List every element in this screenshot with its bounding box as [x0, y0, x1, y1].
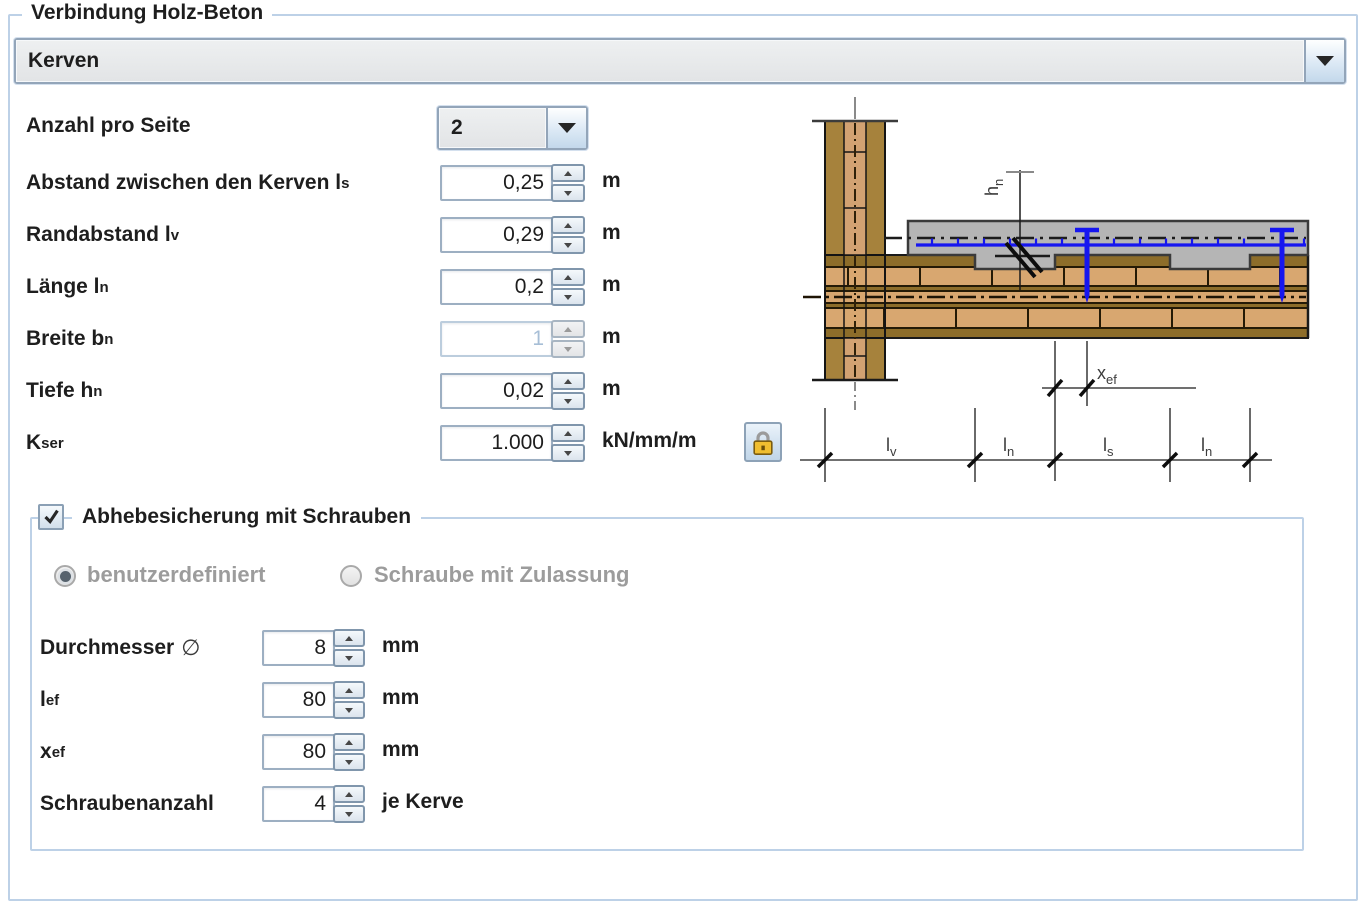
spin-up-button[interactable] — [551, 216, 585, 234]
spin-up-button[interactable] — [333, 629, 365, 647]
spin-down-button[interactable] — [551, 392, 585, 410]
spin-up-button[interactable] — [551, 164, 585, 182]
abstand-kerven-input[interactable] — [440, 165, 553, 201]
label-randabstand: Randabstand lv — [26, 217, 179, 253]
label-anzahl-pro-seite: Anzahl pro Seite — [26, 106, 191, 146]
spin-down-button[interactable] — [333, 805, 365, 823]
connection-type-dropdown-button[interactable] — [1304, 40, 1344, 82]
spin-up-button[interactable] — [333, 785, 365, 803]
spin-down-button[interactable] — [333, 701, 365, 719]
spin-up-button[interactable] — [551, 424, 585, 442]
spin-down-button[interactable] — [551, 184, 585, 202]
label-abstand-kerven: Abstand zwischen den Kerven ls — [26, 165, 349, 201]
radio-schraube-mit-zulassung[interactable] — [340, 565, 362, 587]
label-kser: Kser — [26, 425, 64, 461]
connection-type-value: Kerven — [16, 40, 1304, 82]
kser-input[interactable] — [440, 425, 553, 461]
checkmark-icon — [40, 506, 62, 528]
spin-down-button[interactable] — [333, 753, 365, 771]
dim-label-ln2: ln — [1201, 435, 1212, 459]
laenge-input[interactable] — [440, 269, 553, 305]
label-durchmesser: Durchmesser∅ — [40, 630, 200, 666]
label-tiefe: Tiefe hn — [26, 373, 102, 409]
unit-label: m — [602, 377, 621, 401]
unit-label: m — [602, 273, 621, 297]
unit-label: je Kerve — [382, 790, 464, 814]
unit-label: m — [602, 169, 621, 193]
unit-label: kN/mm/m — [602, 429, 697, 453]
unit-label: mm — [382, 738, 419, 762]
durchmesser-input[interactable] — [262, 630, 335, 666]
radio-schraube-mit-zulassung-label: Schraube mit Zulassung — [374, 562, 630, 588]
schraubenanzahl-input[interactable] — [262, 786, 335, 822]
radio-benutzerdefiniert-label: benutzerdefiniert — [87, 562, 265, 588]
spin-up-button[interactable] — [551, 268, 585, 286]
verbindung-panel: Verbindung Holz-Beton Kerven Anzahl pro … — [0, 0, 1364, 906]
unit-label: m — [602, 325, 621, 349]
construction-diagram: hn xef lv ln ls ln — [790, 90, 1364, 490]
spin-up-button[interactable] — [333, 733, 365, 751]
anzahl-pro-seite-value: 2 — [439, 108, 546, 148]
abhebesicherung-title: Abhebesicherung mit Schrauben — [72, 503, 421, 531]
spin-down-button[interactable] — [551, 236, 585, 254]
lef-input[interactable] — [262, 682, 335, 718]
spin-up-button — [551, 320, 585, 338]
dim-label-ln1: ln — [1003, 435, 1014, 459]
diameter-symbol: ∅ — [181, 635, 200, 661]
spin-down-button[interactable] — [551, 444, 585, 462]
spin-down-button[interactable] — [333, 649, 365, 667]
unit-label: mm — [382, 686, 419, 710]
breite-input — [440, 321, 553, 357]
chevron-down-icon — [558, 123, 576, 133]
dim-label-xef: xef — [1097, 363, 1117, 387]
randabstand-input[interactable] — [440, 217, 553, 253]
label-lef: lef — [40, 682, 59, 718]
dim-label-lv: lv — [886, 435, 897, 459]
dim-label-ls: ls — [1103, 435, 1114, 459]
dim-label-hn: hn — [982, 179, 1006, 196]
lock-icon — [751, 429, 775, 456]
xef-input[interactable] — [262, 734, 335, 770]
tiefe-input[interactable] — [440, 373, 553, 409]
radio-benutzerdefiniert[interactable] — [54, 565, 76, 587]
connection-type-select[interactable]: Kerven — [14, 38, 1346, 84]
anzahl-pro-seite-select[interactable]: 2 — [437, 106, 588, 150]
spin-down-button — [551, 340, 585, 358]
spin-down-button[interactable] — [551, 288, 585, 306]
label-schraubenanzahl: Schraubenanzahl — [40, 786, 214, 822]
label-laenge: Länge ln — [26, 269, 109, 305]
unit-label: m — [602, 221, 621, 245]
page-title: Verbindung Holz-Beton — [22, 1, 272, 25]
spin-up-button[interactable] — [333, 681, 365, 699]
radio-dot — [60, 571, 71, 582]
unit-label: mm — [382, 634, 419, 658]
chevron-down-icon — [1316, 56, 1334, 66]
label-xef: xef — [40, 734, 65, 770]
abhebesicherung-checkbox[interactable] — [38, 504, 64, 530]
label-breite: Breite bn — [26, 321, 113, 357]
spin-up-button[interactable] — [551, 372, 585, 390]
kser-lock-button[interactable] — [744, 422, 782, 462]
anzahl-dropdown-button[interactable] — [546, 108, 586, 148]
